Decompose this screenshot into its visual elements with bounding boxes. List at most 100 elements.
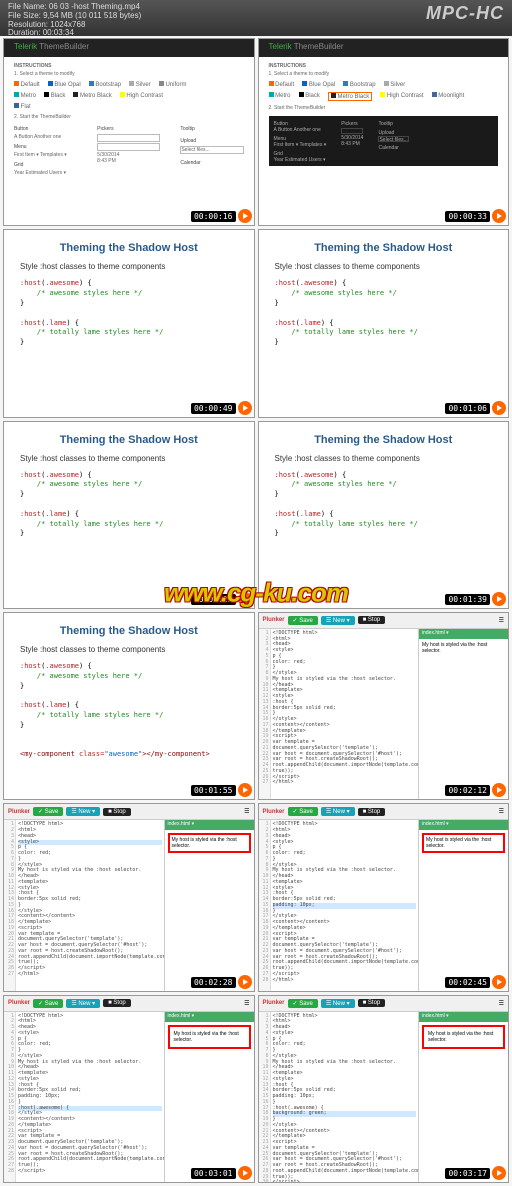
code-example: :host(.awesome) { /* awesome styles here… (20, 471, 238, 540)
file-size: 9,54 MB (10 011 518 bytes) (43, 11, 141, 20)
thumbnail-1[interactable]: Telerik ThemeBuilder INSTRUCTIONS 1. Sel… (3, 38, 255, 226)
thumbnail-12[interactable]: Plunker ✓ Save ☰ New ▾ ■ Stop ☰ 12345678… (258, 995, 510, 1183)
save-button[interactable]: ✓ Save (288, 999, 318, 1008)
thumbnail-11[interactable]: Plunker ✓ Save ☰ New ▾ ■ Stop ☰ 12345678… (3, 995, 255, 1183)
code-editor[interactable]: <!DOCTYPE html><html> <head> <style> p {… (271, 629, 419, 799)
stop-button[interactable]: ■ Stop (358, 616, 386, 624)
timestamp: 00:01:22 (191, 594, 236, 605)
slide-subtitle: Style :host classes to theme components (275, 262, 493, 271)
play-icon[interactable] (238, 975, 252, 989)
stop-button[interactable]: ■ Stop (103, 999, 131, 1007)
plunker-toolbar: Plunker ✓ Save ☰ New ▾ ■ Stop ☰ (4, 804, 254, 820)
stop-button[interactable]: ■ Stop (358, 808, 386, 816)
code-editor[interactable]: <!DOCTYPE html><html> <head> <style> p {… (271, 820, 419, 990)
timestamp: 00:01:55 (191, 785, 236, 796)
code-editor[interactable]: <!DOCTYPE html><html> <head> <style> p {… (271, 1012, 419, 1182)
play-icon[interactable] (492, 1166, 506, 1180)
telerik-content: INSTRUCTIONS 1. Select a theme to modify… (259, 57, 509, 172)
preview-pane: index.html ▾ My host is styled via the :… (164, 1012, 254, 1182)
timestamp: 00:01:39 (445, 594, 490, 605)
play-icon[interactable] (492, 975, 506, 989)
save-button[interactable]: ✓ Save (33, 807, 63, 816)
thumbnail-2[interactable]: Telerik ThemeBuilder INSTRUCTIONS 1. Sel… (258, 38, 510, 226)
thumbnail-9[interactable]: Plunker ✓ Save ☰ New ▾ ■ Stop ☰ 12345678… (3, 803, 255, 991)
player-header: File Name: 06 03 -host Theming.mp4 File … (0, 0, 512, 36)
slide-title: Theming the Shadow Host (20, 242, 238, 254)
plunker-logo: Plunker (263, 1000, 285, 1006)
preview-pane: index.html ▾ My host is styled via the :… (418, 629, 508, 799)
plunker-logo: Plunker (8, 1000, 30, 1006)
timestamp: 00:03:01 (191, 1168, 236, 1179)
preview-pane: index.html ▾ My host is styled via the :… (418, 820, 508, 990)
play-icon[interactable] (238, 1166, 252, 1180)
slide-title: Theming the Shadow Host (275, 434, 493, 446)
thumbnail-5[interactable]: Theming the Shadow Host Style :host clas… (3, 421, 255, 609)
timestamp: 00:03:17 (445, 1168, 490, 1179)
slide-subtitle: Style :host classes to theme components (275, 454, 493, 463)
line-numbers: 1234567891011121314151617181920212223242… (4, 820, 16, 990)
line-numbers: 1234567891011121314151617181920212223242… (4, 1012, 16, 1182)
play-icon[interactable] (238, 592, 252, 606)
thumbnail-10[interactable]: Plunker ✓ Save ☰ New ▾ ■ Stop ☰ 12345678… (258, 803, 510, 991)
save-button[interactable]: ✓ Save (33, 999, 63, 1008)
new-button[interactable]: ☰ New ▾ (321, 999, 355, 1008)
save-button[interactable]: ✓ Save (288, 616, 318, 625)
file-name: 06 03 -host Theming.mp4 (49, 2, 140, 11)
duration: 00:03:34 (43, 28, 74, 37)
timestamp: 00:00:16 (191, 211, 236, 222)
line-numbers: 1234567891011121314151617181920212223242… (259, 629, 271, 799)
plunker-logo: Plunker (263, 617, 285, 623)
telerik-content: INSTRUCTIONS 1. Select a theme to modify… (4, 57, 254, 182)
plunker-toolbar: Plunker ✓ Save ☰ New ▾ ■ Stop ☰ (4, 996, 254, 1012)
timestamp: 00:02:12 (445, 785, 490, 796)
slide-title: Theming the Shadow Host (20, 434, 238, 446)
thumbnail-7[interactable]: Theming the Shadow Host Style :host clas… (3, 612, 255, 800)
timestamp: 00:00:49 (191, 403, 236, 414)
slide-title: Theming the Shadow Host (275, 242, 493, 254)
telerik-brand: Telerik ThemeBuilder (259, 39, 509, 57)
stop-button[interactable]: ■ Stop (358, 999, 386, 1007)
slide-subtitle: Style :host classes to theme components (20, 645, 238, 654)
app-title: MPC-HC (426, 3, 504, 33)
preview-pane: index.html ▾ My host is styled via the :… (418, 1012, 508, 1182)
new-button[interactable]: ☰ New ▾ (66, 807, 100, 816)
preview-pane: index.html ▾ My host is styled via the :… (164, 820, 254, 990)
plunker-logo: Plunker (8, 809, 30, 815)
play-icon[interactable] (238, 209, 252, 223)
thumbnail-8[interactable]: Plunker ✓ Save ☰ New ▾ ■ Stop ☰ 12345678… (258, 612, 510, 800)
slide-subtitle: Style :host classes to theme components (20, 454, 238, 463)
code-example: :host(.awesome) { /* awesome styles here… (20, 279, 238, 348)
new-button[interactable]: ☰ New ▾ (321, 807, 355, 816)
timestamp: 00:02:28 (191, 977, 236, 988)
play-icon[interactable] (492, 209, 506, 223)
code-example: :host(.awesome) { /* awesome styles here… (275, 279, 493, 348)
line-numbers: 1234567891011121314151617181920212223242… (259, 820, 271, 990)
play-icon[interactable] (238, 783, 252, 797)
thumbnail-3[interactable]: Theming the Shadow Host Style :host clas… (3, 229, 255, 417)
code-example: :host(.awesome) { /* awesome styles here… (275, 471, 493, 540)
resolution: 1024x768 (50, 20, 85, 29)
new-button[interactable]: ☰ New ▾ (66, 999, 100, 1008)
plunker-logo: Plunker (263, 809, 285, 815)
play-icon[interactable] (492, 401, 506, 415)
timestamp: 00:01:06 (445, 403, 490, 414)
stop-button[interactable]: ■ Stop (103, 808, 131, 816)
plunker-toolbar: Plunker ✓ Save ☰ New ▾ ■ Stop ☰ (259, 996, 509, 1012)
save-button[interactable]: ✓ Save (288, 807, 318, 816)
slide-subtitle: Style :host classes to theme components (20, 262, 238, 271)
code-example: :host(.awesome) { /* awesome styles here… (20, 662, 238, 760)
plunker-toolbar: Plunker ✓ Save ☰ New ▾ ■ Stop ☰ (259, 804, 509, 820)
play-icon[interactable] (238, 401, 252, 415)
new-button[interactable]: ☰ New ▾ (321, 616, 355, 625)
timestamp: 00:02:45 (445, 977, 490, 988)
telerik-brand: Telerik ThemeBuilder (4, 39, 254, 57)
file-metadata: File Name: 06 03 -host Theming.mp4 File … (8, 3, 141, 33)
code-editor[interactable]: <!DOCTYPE html><html> <head> <style> p {… (16, 820, 164, 990)
code-editor[interactable]: <!DOCTYPE html><html> <head> <style> p {… (16, 1012, 164, 1182)
thumbnail-4[interactable]: Theming the Shadow Host Style :host clas… (258, 229, 510, 417)
thumbnail-6[interactable]: Theming the Shadow Host Style :host clas… (258, 421, 510, 609)
play-icon[interactable] (492, 592, 506, 606)
slide-title: Theming the Shadow Host (20, 625, 238, 637)
plunker-toolbar: Plunker ✓ Save ☰ New ▾ ■ Stop ☰ (259, 613, 509, 629)
thumbnail-grid: Telerik ThemeBuilder INSTRUCTIONS 1. Sel… (3, 38, 509, 1183)
